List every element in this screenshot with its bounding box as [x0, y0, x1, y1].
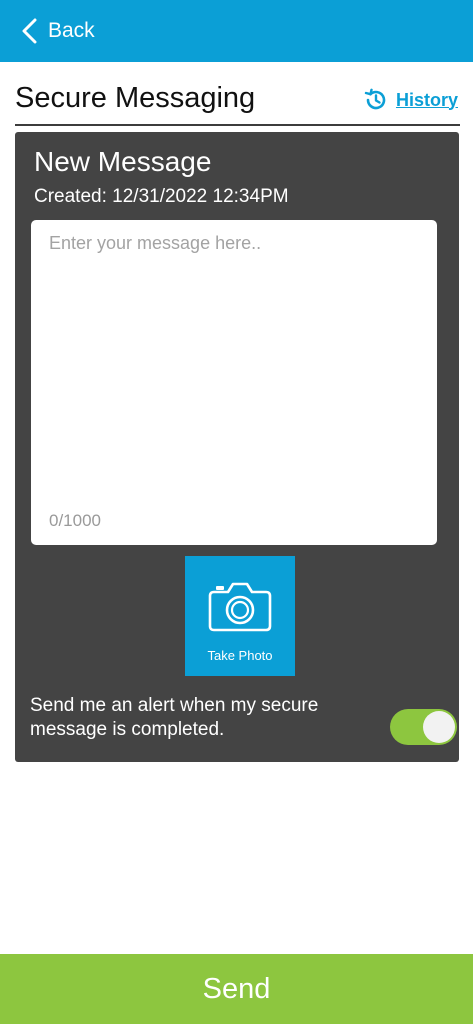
page-title: Secure Messaging: [15, 82, 256, 114]
back-button[interactable]: Back: [20, 18, 95, 44]
top-bar: Back: [0, 0, 473, 62]
history-label: History: [395, 89, 458, 110]
send-button[interactable]: Send: [0, 954, 473, 1024]
take-photo-button[interactable]: Take Photo: [185, 556, 295, 676]
take-photo-label: Take Photo: [207, 648, 273, 663]
alert-option-label: Send me an alert when my secure message …: [30, 695, 319, 740]
toggle-knob: [423, 711, 455, 743]
character-counter: 0/1000: [49, 511, 101, 530]
back-label: Back: [48, 19, 95, 42]
message-box: 0/1000: [31, 220, 437, 545]
history-link[interactable]: History: [364, 88, 458, 112]
camera-icon: [208, 582, 272, 632]
alert-toggle[interactable]: [390, 709, 457, 745]
chevron-left-icon: [22, 18, 37, 44]
history-icon: [364, 88, 386, 110]
page-header: Secure Messaging History: [15, 78, 460, 126]
card-title: New Message: [34, 146, 212, 177]
send-label: Send: [202, 972, 271, 1005]
message-input[interactable]: [31, 220, 437, 490]
created-timestamp: Created: 12/31/2022 12:34PM: [34, 186, 289, 207]
new-message-card: New Message Created: 12/31/2022 12:34PM …: [15, 132, 459, 762]
